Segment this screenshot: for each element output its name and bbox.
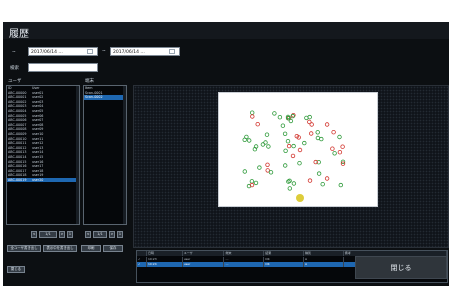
print-button[interactable]: 印刷 [81,245,101,252]
device-list[interactable]: Item Scan-0001 Scan-0002 [83,85,127,225]
sheet-mark [324,122,330,127]
table-cell: A [304,262,344,267]
sheet-mark [338,182,343,188]
sheet-mark [242,137,247,142]
sheet-mark [309,122,314,127]
list-cell: ABC-00019 [8,177,27,182]
sheet-mark [280,123,286,128]
scrollbar[interactable] [123,86,126,224]
sheet-mark [282,163,288,168]
sheet-mark [332,151,337,156]
calendar-icon[interactable] [87,49,93,54]
page-label: 1/1 [93,231,107,238]
next-page-button[interactable]: > [109,231,115,238]
sheet-mark [250,110,255,115]
column-header[interactable]: 端末 [224,251,265,256]
column-header[interactable]: 種別 [304,251,344,256]
close-button[interactable]: 閉じる [355,256,447,279]
prev-page-button[interactable]: < [31,231,37,238]
sheet-mark [340,144,345,149]
column-header[interactable]: ユーザ [183,251,225,256]
sheet-mark [263,140,268,145]
table-cell: … [224,262,265,267]
sheet-mark [291,181,297,186]
sheet-mark [287,186,292,191]
sheet-mark [242,169,247,174]
sheet-mark [315,130,320,135]
sheet-mark [282,131,288,136]
sheet-mark [264,132,270,137]
sheet-mark [285,139,291,144]
table-cell: OK [264,262,304,267]
range-separator: ~ [102,49,106,54]
sheet-mark [249,179,255,184]
list-cell: user20 [32,177,44,182]
sheet-mark [324,176,330,181]
sheet-mark [290,153,296,159]
sheet-mark [247,138,252,143]
left-list-header: ユーザ [8,79,22,84]
page-number[interactable]: 1 [117,231,123,238]
column-header[interactable]: 結果 [264,251,304,256]
scanned-sheet [218,92,378,207]
sheet-mark [330,146,335,151]
sheet-mark [297,147,303,153]
table-cell: user [183,262,225,267]
save-button[interactable]: 保存 [103,245,123,252]
app-frame: 履歴 ~ 2017/06/14 … ~ 2017/06/14 … 検索 ユーザ … [0,0,453,288]
sheet-mark [320,181,325,187]
image-viewer[interactable] [133,85,449,248]
sheet-mark [265,162,270,167]
sheet-mark [331,130,336,135]
page-label: 1/1 [39,231,57,238]
sheet-mark [337,150,343,155]
filter-input[interactable] [28,63,98,72]
sheet-mark [288,118,294,124]
sheet-mark [277,115,283,120]
sheet-mark [283,148,288,153]
mid-list-header: 端末 [85,79,94,84]
sheet-mark [297,160,302,166]
column-header[interactable]: 日時 [147,251,183,256]
filter-label: 検索 [10,66,19,71]
sheet-mark [307,178,313,183]
sheet-marks [242,110,346,191]
close-small-button[interactable]: 閉じる [7,266,25,273]
window-title: 履歴 [9,29,29,40]
dialog-body: ~ 2017/06/14 … ~ 2017/06/14 … 検索 ユーザ ID U… [3,39,449,286]
sheet-mark [302,140,307,146]
sheet-mark [272,111,277,116]
page-number[interactable]: 1 [67,231,73,238]
from-label: ~ [12,50,16,55]
sheet-mark [315,135,321,141]
column-header[interactable] [137,251,147,256]
sheet-mark [266,144,271,149]
calendar-icon[interactable] [169,49,175,54]
user-list[interactable]: ID User ABC-00000 user01 ABC-00001 user02 ABC-… [6,85,80,225]
export-button[interactable]: 全ユーザ書き出し [7,245,41,252]
next-page-button[interactable]: > [59,231,65,238]
list-item[interactable]: ABC-00019 user20 [7,177,79,183]
sheet-mark [253,180,259,186]
table-cell: 10:24 [147,262,183,267]
sheet-mark [286,143,292,149]
title-bar: 履歴 [3,22,449,40]
table-cell: ✓ [137,262,147,267]
list-cell: Scan-0002 [85,95,103,100]
sheet-mark [308,131,314,136]
prev-page-button[interactable]: < [85,231,91,238]
sheet-mark [291,143,296,149]
sheet-mark [257,165,262,170]
sheet-mark [268,170,274,175]
sheet-mark [255,122,260,127]
list-item[interactable]: Scan-0002 [84,95,126,100]
export-view-button[interactable]: 表示中を書き出し [43,245,77,252]
scrollbar[interactable] [76,86,79,224]
sheet-mark [316,171,322,176]
sheet-mark [337,134,342,140]
mouse-cursor [296,194,304,202]
sheet-mark [250,114,255,119]
